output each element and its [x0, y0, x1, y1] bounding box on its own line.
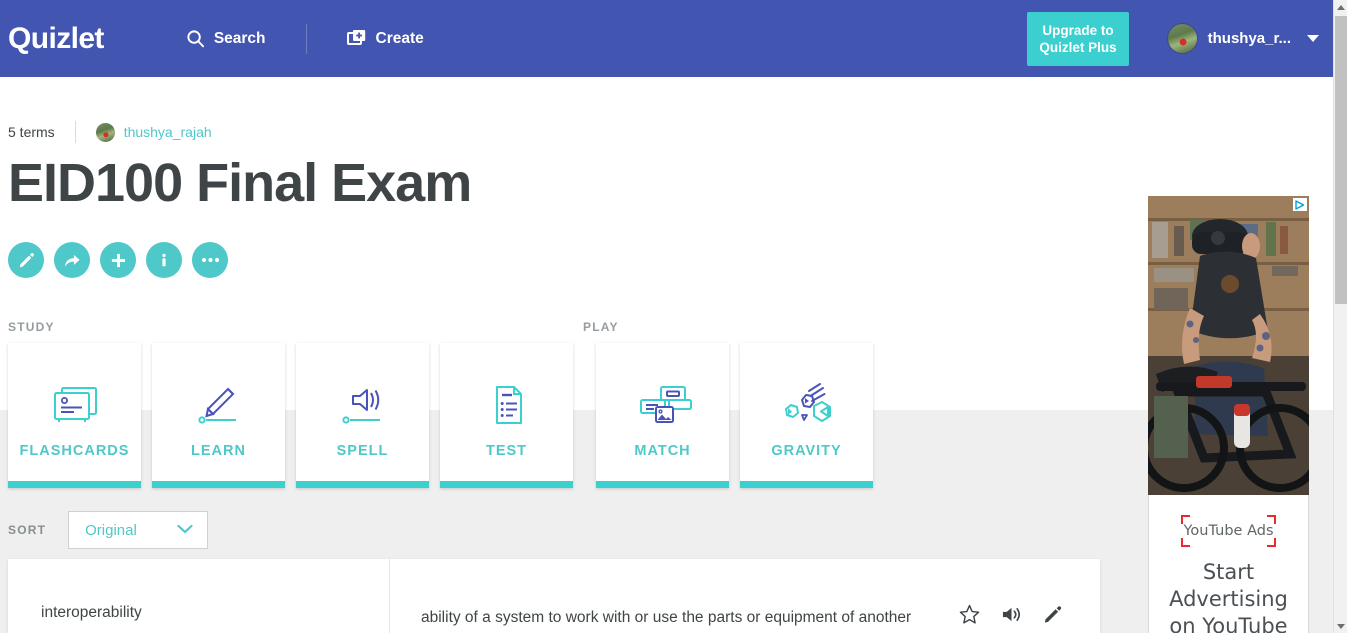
mode-label-test: TEST — [485, 443, 528, 459]
bracket-top-right-icon — [1267, 515, 1276, 524]
upgrade-line-2: Quizlet Plus — [1039, 39, 1117, 55]
chevron-down-icon — [177, 521, 193, 539]
nav-search-label: Search — [213, 29, 266, 47]
ad-badge-label: YouTube Ads — [1183, 523, 1274, 539]
bracket-bottom-right-icon — [1267, 538, 1276, 547]
user-menu[interactable]: thushya_r... — [1166, 23, 1319, 54]
header-right-group: Upgrade to Quizlet Plus thushya_r... — [1027, 0, 1319, 77]
mode-card-learn[interactable]: LEARN — [152, 343, 285, 488]
quizlet-logo[interactable]: Quizlet — [8, 22, 104, 56]
mode-label-learn: LEARN — [191, 443, 246, 459]
study-mode-cards: FLASHCARDS LEARN SPELL TEST MATCH GRAVIT… — [8, 343, 884, 488]
scrollbar[interactable] — [1333, 0, 1347, 633]
mode-accent-bar — [8, 481, 141, 488]
mode-label-flashcards: FLASHCARDS — [19, 443, 130, 459]
search-icon — [186, 29, 205, 48]
site-header: Quizlet Search Create Upgrade to Quizlet… — [0, 0, 1333, 77]
edit-set-button[interactable] — [8, 242, 44, 278]
nav-search[interactable]: Search — [186, 29, 266, 48]
asteroid-icon — [776, 377, 838, 433]
ad-badge-wrap: YouTube Ads — [1159, 515, 1298, 547]
mode-label-gravity: GRAVITY — [771, 443, 842, 459]
nav-divider — [305, 23, 307, 54]
ad-choices-icon[interactable] — [1293, 198, 1307, 211]
info-button[interactable] — [146, 242, 182, 278]
mode-label-match: MATCH — [634, 443, 691, 459]
term-row-actions — [959, 559, 1100, 624]
author-link[interactable]: thushya_rajah — [124, 124, 212, 140]
sort-selected-value: Original — [85, 521, 137, 539]
page-title: EID100 Final Exam — [8, 153, 472, 213]
pencil-line-icon — [190, 377, 248, 433]
definition-text: ability of a system to work with or use … — [421, 609, 912, 626]
ad-photo-art — [1148, 196, 1309, 495]
mode-card-gravity[interactable]: GRAVITY — [740, 343, 873, 488]
triangle-up-icon — [1337, 4, 1345, 10]
document-list-icon — [478, 377, 536, 433]
mode-card-match[interactable]: MATCH — [596, 343, 729, 488]
flashcards-icon — [46, 377, 104, 433]
bracket-bottom-left-icon — [1181, 538, 1190, 547]
avatar — [1166, 23, 1198, 54]
pencil-icon[interactable] — [1043, 604, 1063, 624]
mode-accent-bar — [596, 481, 729, 488]
nav-create-label: Create — [375, 29, 424, 47]
set-action-buttons — [8, 242, 228, 278]
match-tiles-icon — [632, 377, 694, 433]
create-icon — [346, 29, 367, 48]
nav-create[interactable]: Create — [346, 29, 424, 48]
upgrade-line-1: Upgrade to — [1042, 22, 1114, 38]
mode-accent-bar — [296, 481, 429, 488]
scrollbar-thumb[interactable] — [1335, 16, 1347, 304]
bracket-top-left-icon — [1181, 515, 1190, 524]
mode-accent-bar — [152, 481, 285, 488]
share-set-button[interactable] — [54, 242, 90, 278]
sort-control: SORT Original — [8, 511, 209, 549]
page-content: 5 terms thushya_rajah EID100 Final Exam — [0, 77, 1333, 633]
meta-divider — [74, 121, 76, 143]
header-nav: Search Create — [186, 23, 424, 54]
mode-label-spell: SPELL — [336, 443, 389, 459]
more-options-button[interactable] — [192, 242, 228, 278]
sort-label: SORT — [8, 523, 47, 537]
ad-headline: Start Advertising on YouTube — [1169, 560, 1288, 633]
ad-photo[interactable] — [1148, 196, 1309, 495]
author-avatar — [95, 122, 115, 142]
mode-accent-bar — [740, 481, 873, 488]
scroll-up-arrow[interactable] — [1334, 0, 1347, 14]
section-label-play: PLAY — [583, 320, 619, 334]
mode-card-test[interactable]: TEST — [440, 343, 573, 488]
table-row[interactable]: interoperability ability of a system to … — [8, 559, 1100, 633]
chevron-down-icon — [1307, 35, 1319, 42]
section-label-study: STUDY — [8, 320, 55, 334]
mode-card-flashcards[interactable]: FLASHCARDS — [8, 343, 141, 488]
ad-body: YouTube Ads Start Advertising on YouTube… — [1148, 495, 1309, 633]
speaker-icon[interactable] — [1001, 605, 1022, 624]
user-name-label: thushya_r... — [1207, 30, 1291, 47]
term-count-label: 5 terms — [8, 124, 55, 140]
scroll-down-arrow[interactable] — [1334, 619, 1347, 633]
term-text: interoperability — [41, 604, 142, 621]
add-to-folder-button[interactable] — [100, 242, 136, 278]
star-icon[interactable] — [959, 604, 980, 624]
set-meta: 5 terms thushya_rajah — [8, 121, 212, 143]
page-root: Quizlet Search Create Upgrade to Quizlet… — [0, 0, 1347, 633]
upgrade-to-quizlet-plus-button[interactable]: Upgrade to Quizlet Plus — [1027, 11, 1129, 66]
mode-accent-bar — [440, 481, 573, 488]
triangle-down-icon — [1337, 623, 1345, 629]
speaker-line-icon — [334, 377, 392, 433]
sort-select[interactable]: Original — [68, 511, 209, 549]
mode-card-spell[interactable]: SPELL — [296, 343, 429, 488]
advertisement: YouTube Ads Start Advertising on YouTube… — [1148, 196, 1309, 633]
